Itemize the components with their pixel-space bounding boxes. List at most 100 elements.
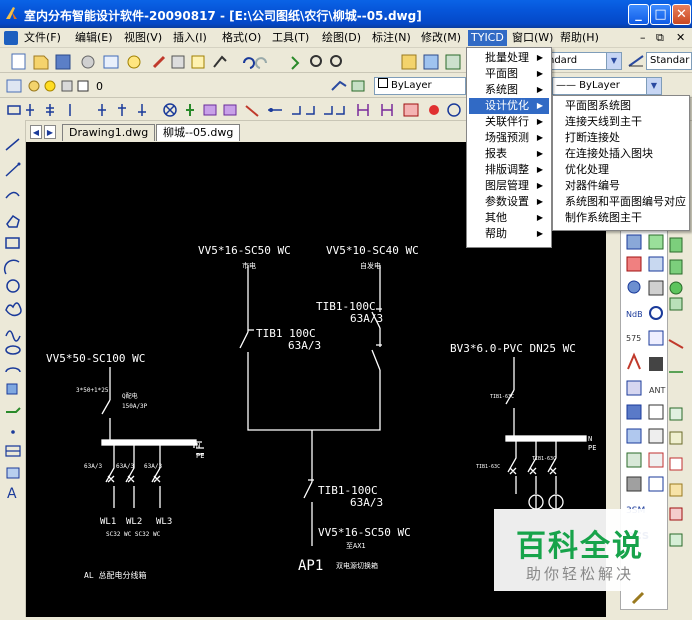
menu-item-field-predict[interactable]: 场强预测 ▶ [469,130,549,146]
tab-drawing1[interactable]: Drawing1.dwg [62,124,156,141]
cad-panel-name: AP1 [298,558,323,574]
cad-panel-desc: 双电源切换箱 [336,561,378,570]
menu-modify[interactable]: 修改(M) [421,30,461,46]
tab-liucheng[interactable]: 柳城--05.dwg [156,124,241,141]
cad-right-b3: TIB1-63C [532,456,556,462]
cad-cable-out: VV5*16-SC50 WC [318,526,411,539]
submenu-arrow-icon: ▶ [536,69,543,78]
menu-item-layout-label: 排版调整 [485,163,529,176]
menu-item-help[interactable]: 帮助 ▶ [469,226,549,242]
minimize-button[interactable]: _ [628,4,649,25]
draw-tools-icons[interactable]: A [3,136,23,596]
menu-item-system-label: 系统图 [485,83,518,96]
menu-item-layout[interactable]: 排版调整 ▶ [469,162,549,178]
menu-dimension[interactable]: 标注(N) [372,30,411,46]
menu-item-system[interactable]: 系统图 ▶ [469,82,549,98]
color-combo[interactable]: ByLayer [374,77,466,95]
menu-item-associate[interactable]: 关联伴行 ▶ [469,114,549,130]
cad-left-caption: AL 总配电分线箱 [84,570,146,580]
submenu-item-insert-block[interactable]: 在连接处插入图块 [555,146,653,162]
standard-toolbar-icons[interactable] [4,53,344,71]
submenu-item-make-trunk[interactable]: 制作系统图主干 [555,210,642,226]
mdi-restore-button[interactable]: ⧉ [656,30,664,46]
menu-item-batch-label: 批量处理 [485,51,529,64]
watermark: 百科全说 助你轻松解决 [494,509,666,591]
menu-item-params[interactable]: 参数设置 ▶ [469,194,549,210]
menu-bar: 文件(F) 编辑(E) 视图(V) 插入(I) 格式(O) 工具(T) 绘图(D… [0,28,692,48]
layer-tools-icons[interactable] [330,78,370,94]
cad-cable1: VV5*16-SC50 WC [198,244,291,257]
chevron-down-icon: ▼ [646,78,661,94]
chevron-down-icon: ▼ [606,53,621,69]
menu-item-other[interactable]: 其他 ▶ [469,210,549,226]
document-icon[interactable] [4,31,18,45]
submenu-item-match-numbering[interactable]: 系统图和平面图编号对应 [555,194,686,210]
submenu-item-numbering[interactable]: 对器件编号 [555,178,620,194]
menu-insert[interactable]: 插入(I) [173,30,207,46]
cad-left-sc: SC32 WC SC32 WC [106,531,161,538]
menu-file[interactable]: 文件(F) [24,30,61,46]
cad-cable2: VV5*10-SC40 WC [326,244,419,257]
right-palette-icons-outer[interactable] [666,236,690,596]
menu-draw[interactable]: 绘图(D) [322,30,361,46]
linetype-combo[interactable]: —— ByLayer ▼ [552,77,662,95]
dim-style-icon[interactable] [628,54,644,68]
menu-item-batch[interactable]: 批量处理 ▶ [469,50,549,66]
cad-cable-out-sub: 至AX1 [346,542,366,550]
tyicd-toolbar-icons[interactable] [6,102,466,118]
submenu-arrow-icon: ▶ [536,181,543,190]
cad-left-small3: 150A/3P [122,403,148,410]
watermark-subtitle: 助你轻松解决 [525,565,634,583]
submenu-arrow-icon: ▶ [536,165,543,174]
mdi-minimize-button[interactable]: – [640,30,646,46]
svg-text:575: 575 [626,334,641,343]
color-value: ByLayer [391,80,432,91]
tab-scroll-right-button[interactable]: ▶ [44,125,56,139]
current-layer-value[interactable]: 0 [96,80,103,93]
cad-breaker-top-rating: 63A/3 [350,312,383,325]
svg-text:ANT: ANT [649,386,665,395]
mdi-close-button[interactable]: ✕ [676,30,685,46]
close-button[interactable]: ✕ [672,4,691,25]
menu-item-floorplan-label: 平面图 [485,67,518,80]
dim-style-combo[interactable]: Standar [646,52,692,70]
cad-left-b1: 63A/3 [84,463,102,470]
svg-text:NdB: NdB [626,310,643,319]
cad-right-b1: TIB1-63C [490,394,514,400]
menu-item-floorplan[interactable]: 平面图 ▶ [469,66,549,82]
submenu-arrow-icon: ▶ [536,213,543,222]
menu-window[interactable]: 窗口(W) [512,30,553,46]
submenu-item-floor-system[interactable]: 平面图系统图 [555,98,631,114]
design-optimize-submenu: 平面图系统图 连接天线到主干 打断连接处 在连接处插入图块 优化处理 对器件编号… [552,95,690,231]
cad-right-cable: BV3*6.0-PVC DN25 WC [450,342,576,355]
text-style-combo[interactable]: ndard ▼ [544,52,622,70]
layer-state-icons[interactable] [6,78,96,94]
menu-item-help-label: 帮助 [485,227,507,240]
title-bar[interactable]: 室内分布智能设计软件-20090817 - [E:\公司图纸\农行\柳城--05… [0,0,692,28]
menu-item-associate-label: 关联伴行 [485,115,529,128]
menu-tools[interactable]: 工具(T) [272,30,309,46]
menu-tyicd[interactable]: TYICD [468,30,507,46]
submenu-item-connect-antenna[interactable]: 连接天线到主干 [555,114,642,130]
submenu-item-optimize[interactable]: 优化处理 [555,162,609,178]
menu-item-report-label: 报表 [485,147,507,160]
menu-view[interactable]: 视图(V) [124,30,162,46]
menu-item-report[interactable]: 报表 ▶ [469,146,549,162]
standard-toolbar: ndard ▼ Standar [0,49,692,73]
draw-toolbar: A [0,120,26,617]
submenu-arrow-icon: ▶ [536,197,543,206]
menu-edit[interactable]: 编辑(E) [75,30,113,46]
cad-breaker-bottom-rating: 63A/3 [350,496,383,509]
tab-scroll-left-button[interactable]: ◀ [30,125,42,139]
menu-item-params-label: 参数设置 [485,195,529,208]
submenu-arrow-icon: ▶ [536,149,543,158]
menu-item-other-label: 其他 [485,211,507,224]
menu-item-design-optimize[interactable]: 设计优化 ▶ [469,98,549,114]
menu-item-layers[interactable]: 图层管理 ▶ [469,178,549,194]
cad-right-pe: PE [588,444,596,452]
menu-format[interactable]: 格式(O) [222,30,261,46]
menu-help[interactable]: 帮助(H) [560,30,599,46]
maximize-button[interactable]: □ [650,4,671,25]
submenu-item-break-connection[interactable]: 打断连接处 [555,130,620,146]
window-title: 室内分布智能设计软件-20090817 - [E:\公司图纸\农行\柳城--05… [24,9,422,23]
